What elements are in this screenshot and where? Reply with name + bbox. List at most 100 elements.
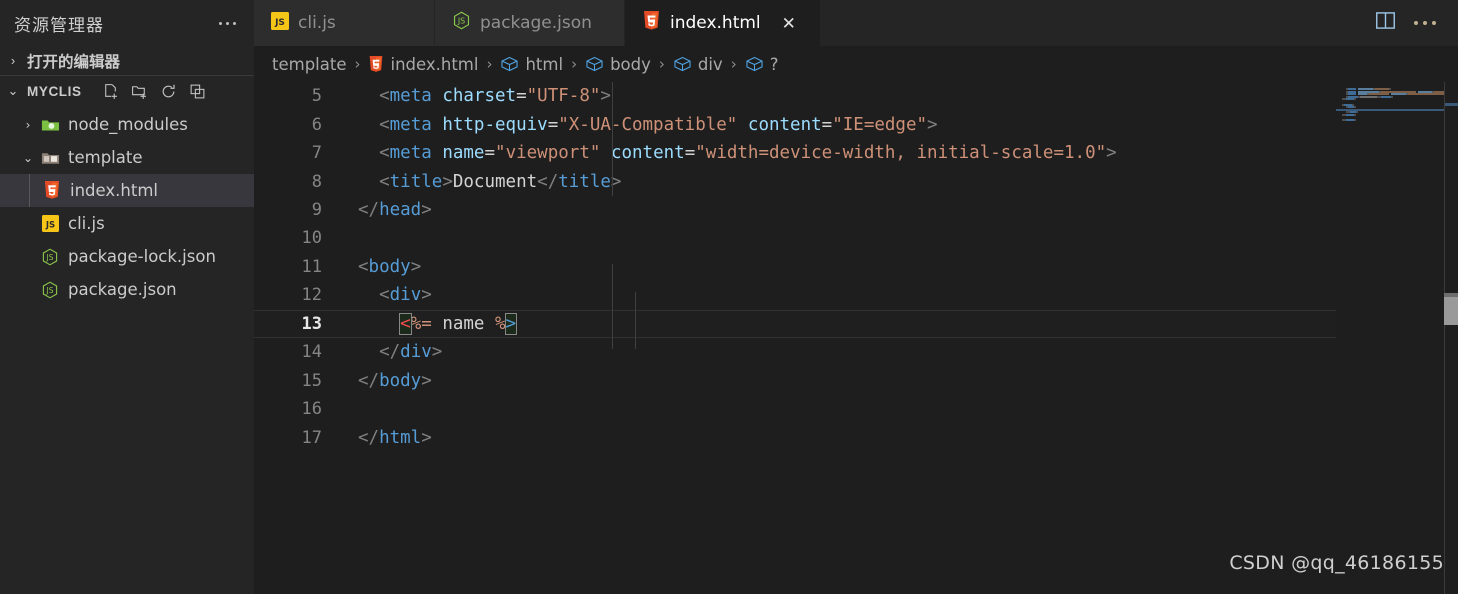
more-actions-icon[interactable] [1414,21,1440,25]
code-line[interactable]: 8 <title>Document</title> [254,167,1458,195]
refresh-icon[interactable] [160,83,177,100]
minimap-line [1346,98,1355,101]
tree-item-node-modules[interactable]: › node_modules [0,108,254,141]
line-number: 10 [301,228,322,249]
project-root-label: MYCLIS [27,83,82,99]
matching-bracket: > [504,312,518,335]
tab-label: index.html [670,13,761,33]
code-token: meta [389,114,432,135]
explorer-more-icon[interactable] [219,21,240,25]
code-line[interactable]: 11 <body> [254,253,1458,281]
watermark: CSDN @qq_46186155 [1229,552,1444,574]
code-token: = [516,86,527,107]
line-number: 9 [311,199,322,220]
code-token: http-equiv [442,114,548,135]
breadcrumb-separator-icon: › [354,55,361,73]
code-editor[interactable]: 5 <meta charset="UTF-8"> 6 <meta http-equ… [254,82,1458,594]
code-line[interactable]: 10 [254,224,1458,252]
tab-index-html[interactable]: index.html ✕ [624,0,820,46]
code-token: content [610,143,685,164]
chevron-down-icon: ⌄ [22,150,34,165]
code-token: </ [537,171,559,192]
code-token: < [379,86,390,107]
new-file-icon[interactable] [102,83,119,100]
nodejs-file-icon: JS [38,248,62,266]
collapse-all-icon[interactable] [189,83,206,100]
code-token: body [368,256,411,277]
section-open-editors[interactable]: › 打开的编辑器 [0,46,254,76]
breadcrumb-item-html[interactable]: html [500,55,563,74]
tree-item-label: node_modules [68,115,188,134]
tree-item-package-json[interactable]: JS package.json [0,273,254,306]
code-line[interactable]: 5 <meta charset="UTF-8"> [254,82,1458,110]
code-token: </ [358,199,380,220]
breadcrumb-item-unknown[interactable]: ? [745,55,778,74]
code-line[interactable]: 17 </html> [254,423,1458,451]
explorer-title: 资源管理器 [14,15,104,36]
code-token: < [379,285,390,306]
tree-item-package-lock-json[interactable]: JS package-lock.json [0,240,254,273]
minimap-line [1391,93,1406,96]
tree-item-index-html[interactable]: index.html [0,174,254,207]
tab-package-json[interactable]: JS package.json [434,0,624,46]
breadcrumb-item-body[interactable]: body [585,55,651,74]
breadcrumb-item-template[interactable]: template [272,55,346,74]
minimap-line [1354,98,1357,101]
code-token: %= [410,313,432,334]
code-token: > [927,114,938,135]
code-token: "width=device-width, initial-scale=1.0" [695,143,1107,164]
code-token: > [421,427,432,448]
line-number: 7 [311,143,322,164]
code-lines[interactable]: 5 <meta charset="UTF-8"> 6 <meta http-equ… [254,82,1458,594]
folder-icon [38,117,62,133]
split-editor-icon[interactable] [1375,10,1396,36]
line-number: 8 [311,171,322,192]
new-folder-icon[interactable] [131,83,148,100]
code-line[interactable]: 6 <meta http-equiv="X-UA-Compatible" con… [254,110,1458,138]
tree-item-template[interactable]: ⌄ template [0,141,254,174]
code-token: "X-UA-Compatible" [558,114,738,135]
line-content: </body> [358,371,432,391]
line-number: 6 [311,114,322,135]
code-token: > [600,86,611,107]
tree-item-label: template [68,148,143,167]
ruler-mark-current-line [1445,103,1458,106]
breadcrumb-label: body [610,54,651,74]
vertical-scrollbar-thumb[interactable] [1444,297,1458,325]
tree-item-cli-js[interactable]: JS cli.js [0,207,254,240]
breadcrumb-item-div[interactable]: div [673,55,723,74]
section-project-root[interactable]: ⌄ MYCLIS [0,76,254,106]
code-line[interactable]: 9 </head> [254,196,1458,224]
code-token: meta [389,143,432,164]
code-token: % [495,313,506,334]
tab-close-icon[interactable]: ✕ [782,15,796,32]
tab-bar-spacer [820,0,1375,46]
line-number: 15 [301,370,322,391]
code-line[interactable]: 13 <%= name %> [254,309,1458,338]
breadcrumb-item-index-html[interactable]: index.html [368,55,478,74]
code-token: html [379,427,422,448]
code-token: title [558,171,611,192]
code-token: "UTF-8" [526,86,601,107]
code-line[interactable]: 16 [254,395,1458,423]
minimap[interactable] [1336,82,1458,594]
code-line[interactable]: 14 </div> [254,338,1458,366]
overview-ruler[interactable] [1444,82,1458,594]
line-number: 11 [301,256,322,277]
line-content: <body> [358,257,421,277]
code-token: > [421,370,432,391]
code-line[interactable]: 12 <div> [254,281,1458,309]
code-line[interactable]: 15 </body> [254,367,1458,395]
breadcrumb-label: index.html [390,54,479,74]
html-file-icon [642,10,661,36]
tab-cli-js[interactable]: JS cli.js [254,0,434,46]
svg-text:JS: JS [46,253,54,262]
line-number: 5 [311,86,322,107]
line-number: 13 [301,313,322,334]
line-content: <title>Document</title> [358,172,621,192]
symbol-field-icon [673,56,692,72]
code-token: > [410,256,422,277]
chevron-right-icon: › [25,117,31,132]
code-line[interactable]: 7 <meta name="viewport" content="width=d… [254,139,1458,167]
